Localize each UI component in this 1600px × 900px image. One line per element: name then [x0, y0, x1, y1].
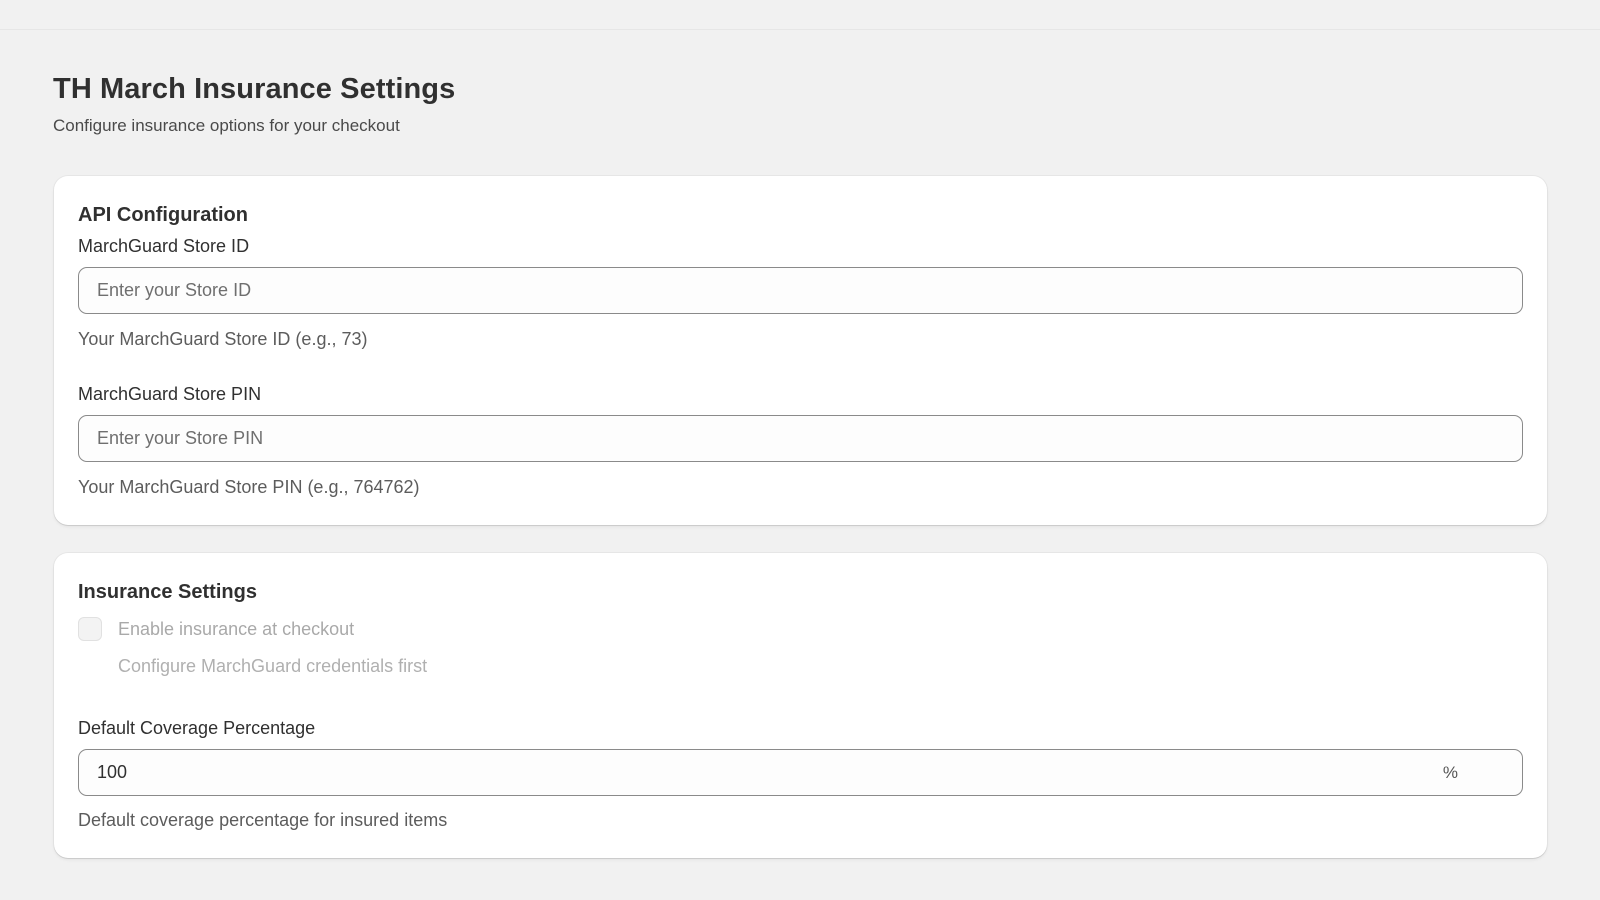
- coverage-help: Default coverage percentage for insured …: [78, 810, 448, 830]
- coverage-field[interactable]: %: [78, 749, 1523, 796]
- enable-insurance-help-wrap: Configure MarchGuard credentials first: [78, 654, 427, 678]
- insurance-settings-card: Insurance Settings Enable insurance at c…: [54, 553, 1547, 858]
- coverage-input[interactable]: [97, 762, 1433, 783]
- store-id-input[interactable]: [97, 280, 1504, 301]
- coverage-percent-suffix: %: [1442, 762, 1458, 782]
- enable-insurance-row: Enable insurance at checkout: [78, 617, 354, 641]
- page-subtitle: Configure insurance options for your che…: [53, 116, 400, 135]
- store-id-label: MarchGuard Store ID: [78, 236, 250, 256]
- enable-insurance-label: Enable insurance at checkout: [118, 619, 355, 639]
- api-configuration-heading: API Configuration: [78, 204, 248, 226]
- store-pin-label: MarchGuard Store PIN: [78, 384, 262, 404]
- coverage-label: Default Coverage Percentage: [78, 718, 316, 738]
- store-id-field[interactable]: [78, 267, 1523, 314]
- top-bar: [0, 0, 1600, 30]
- page-title: TH March Insurance Settings: [53, 73, 456, 105]
- api-configuration-card: API Configuration MarchGuard Store ID Yo…: [54, 176, 1547, 525]
- store-pin-input[interactable]: [97, 428, 1504, 449]
- enable-insurance-help: Configure MarchGuard credentials first: [118, 656, 428, 676]
- insurance-settings-heading: Insurance Settings: [78, 581, 257, 603]
- store-pin-field[interactable]: [78, 415, 1523, 462]
- page-header: TH March Insurance Settings Configure in…: [53, 70, 1548, 137]
- store-pin-help: Your MarchGuard Store PIN (e.g., 764762): [78, 477, 420, 497]
- enable-insurance-checkbox[interactable]: [78, 617, 102, 641]
- store-id-help: Your MarchGuard Store ID (e.g., 73): [78, 329, 368, 349]
